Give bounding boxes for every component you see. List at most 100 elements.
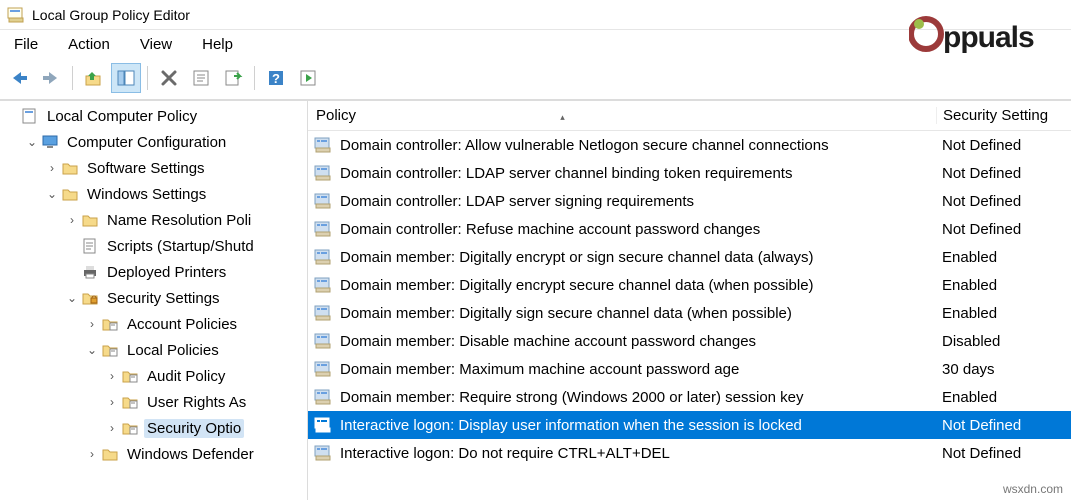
export-list-button[interactable] bbox=[218, 63, 248, 93]
policy-setting: Not Defined bbox=[936, 445, 1071, 462]
chevron-down-icon[interactable]: ⌄ bbox=[44, 187, 60, 201]
tree-item[interactable]: › User Rights As bbox=[0, 389, 307, 415]
policy-icon bbox=[120, 418, 140, 438]
properties-button[interactable] bbox=[186, 63, 216, 93]
policy-icon bbox=[100, 314, 120, 334]
policy-item-icon bbox=[312, 386, 334, 408]
menu-action[interactable]: Action bbox=[64, 34, 114, 55]
list-item[interactable]: Domain member: Disable machine account p… bbox=[308, 327, 1071, 355]
policy-name: Domain member: Require strong (Windows 2… bbox=[340, 389, 936, 406]
policy-name: Interactive logon: Do not require CTRL+A… bbox=[340, 445, 936, 462]
folder-icon bbox=[60, 158, 80, 178]
list-pane: Policy ▴ Security Setting Domain control… bbox=[308, 101, 1071, 500]
policy-setting: Not Defined bbox=[936, 137, 1071, 154]
menu-help[interactable]: Help bbox=[198, 34, 237, 55]
policy-name: Domain member: Maximum machine account p… bbox=[340, 361, 936, 378]
chevron-right-icon[interactable]: › bbox=[104, 369, 120, 383]
menu-view[interactable]: View bbox=[136, 34, 176, 55]
list-item[interactable]: Domain member: Digitally sign secure cha… bbox=[308, 299, 1071, 327]
chevron-down-icon[interactable]: ⌄ bbox=[64, 291, 80, 305]
tree-item[interactable]: › Name Resolution Poli bbox=[0, 207, 307, 233]
tree-item[interactable]: ⌄ Computer Configuration bbox=[0, 129, 307, 155]
policy-item-icon bbox=[312, 218, 334, 240]
chevron-right-icon[interactable]: › bbox=[104, 421, 120, 435]
tree-item-label: Local Computer Policy bbox=[44, 107, 200, 126]
toolbar-separator bbox=[254, 66, 255, 90]
policy-name: Domain member: Digitally encrypt secure … bbox=[340, 277, 936, 294]
policy-name: Domain member: Digitally encrypt or sign… bbox=[340, 249, 936, 266]
tree-item-label: Scripts (Startup/Shutd bbox=[104, 237, 257, 256]
policy-setting: Enabled bbox=[936, 249, 1071, 266]
policy-item-icon bbox=[312, 302, 334, 324]
tree-item-label: Software Settings bbox=[84, 159, 208, 178]
list-item[interactable]: Domain controller: Allow vulnerable Netl… bbox=[308, 131, 1071, 159]
delete-button[interactable] bbox=[154, 63, 184, 93]
footer-watermark: wsxdn.com bbox=[1003, 482, 1063, 496]
list-item[interactable]: Interactive logon: Display user informat… bbox=[308, 411, 1071, 439]
chevron-down-icon[interactable]: ⌄ bbox=[84, 343, 100, 357]
tree-item-label: User Rights As bbox=[144, 393, 249, 412]
chevron-right-icon[interactable]: › bbox=[104, 395, 120, 409]
policy-setting: Disabled bbox=[936, 333, 1071, 350]
list-item[interactable]: Interactive logon: Do not require CTRL+A… bbox=[308, 439, 1071, 467]
policy-name: Domain controller: LDAP server channel b… bbox=[340, 165, 936, 182]
tree-item[interactable]: ⌄Local Policies bbox=[0, 337, 307, 363]
policy-item-icon bbox=[312, 162, 334, 184]
tree-item-label: Account Policies bbox=[124, 315, 240, 334]
policy-item-icon bbox=[312, 246, 334, 268]
folder-icon bbox=[60, 184, 80, 204]
policy-item-icon bbox=[312, 330, 334, 352]
list-item[interactable]: Domain member: Digitally encrypt secure … bbox=[308, 271, 1071, 299]
policy-name: Domain controller: Allow vulnerable Netl… bbox=[340, 137, 936, 154]
nav-back-button[interactable] bbox=[4, 63, 34, 93]
list-item[interactable]: Domain controller: LDAP server signing r… bbox=[308, 187, 1071, 215]
tree-item[interactable]: › Software Settings bbox=[0, 155, 307, 181]
policy-item-icon bbox=[312, 442, 334, 464]
column-header-policy-label: Policy bbox=[316, 107, 356, 124]
list-rows[interactable]: Domain controller: Allow vulnerable Netl… bbox=[308, 131, 1071, 500]
tree-item[interactable]: ⌄Security Settings bbox=[0, 285, 307, 311]
chevron-right-icon[interactable]: › bbox=[64, 213, 80, 227]
column-header-setting[interactable]: Security Setting bbox=[936, 107, 1071, 124]
script-icon bbox=[80, 236, 100, 256]
list-item[interactable]: Domain member: Digitally encrypt or sign… bbox=[308, 243, 1071, 271]
svg-text:ppuals: ppuals bbox=[943, 21, 1034, 54]
chevron-down-icon[interactable]: ⌄ bbox=[24, 135, 40, 149]
chevron-right-icon[interactable]: › bbox=[44, 161, 60, 175]
folder-icon bbox=[80, 210, 100, 230]
list-item[interactable]: Domain controller: Refuse machine accoun… bbox=[308, 215, 1071, 243]
tree-item[interactable]: ›Security Optio bbox=[0, 415, 307, 441]
tree-item[interactable]: ›Audit Policy bbox=[0, 363, 307, 389]
chevron-right-icon[interactable]: › bbox=[84, 447, 100, 461]
tree-item[interactable]: ›Windows Defender bbox=[0, 441, 307, 467]
tree-item-label: Computer Configuration bbox=[64, 133, 229, 152]
tree-item[interactable]: ›Deployed Printers bbox=[0, 259, 307, 285]
tree-item[interactable]: › Account Policies bbox=[0, 311, 307, 337]
list-item[interactable]: Domain member: Maximum machine account p… bbox=[308, 355, 1071, 383]
menu-file[interactable]: File bbox=[10, 34, 42, 55]
app-icon bbox=[6, 5, 26, 25]
chevron-right-icon[interactable]: › bbox=[84, 317, 100, 331]
tree-item[interactable]: ⌄Windows Settings bbox=[0, 181, 307, 207]
show-hide-tree-button[interactable] bbox=[111, 63, 141, 93]
policy-name: Interactive logon: Display user informat… bbox=[340, 417, 936, 434]
filter-button[interactable] bbox=[293, 63, 323, 93]
tree-item-label: Deployed Printers bbox=[104, 263, 229, 282]
policy-item-icon bbox=[312, 134, 334, 156]
up-level-button[interactable] bbox=[79, 63, 109, 93]
tree-item[interactable]: ›Scripts (Startup/Shutd bbox=[0, 233, 307, 259]
list-item[interactable]: Domain member: Require strong (Windows 2… bbox=[308, 383, 1071, 411]
folder-icon bbox=[100, 444, 120, 464]
tree-item-label: Name Resolution Poli bbox=[104, 211, 254, 230]
list-item[interactable]: Domain controller: LDAP server channel b… bbox=[308, 159, 1071, 187]
policy-icon bbox=[100, 340, 120, 360]
policy-setting: Enabled bbox=[936, 305, 1071, 322]
tree-item[interactable]: ›Local Computer Policy bbox=[0, 103, 307, 129]
tree-pane[interactable]: ›Local Computer Policy⌄Computer Configur… bbox=[0, 101, 308, 500]
toolbar-separator bbox=[147, 66, 148, 90]
help-button[interactable]: ? bbox=[261, 63, 291, 93]
column-header-policy[interactable]: Policy ▴ bbox=[308, 107, 936, 124]
computer-icon bbox=[40, 132, 60, 152]
nav-forward-button[interactable] bbox=[36, 63, 66, 93]
svg-text:?: ? bbox=[272, 71, 280, 86]
